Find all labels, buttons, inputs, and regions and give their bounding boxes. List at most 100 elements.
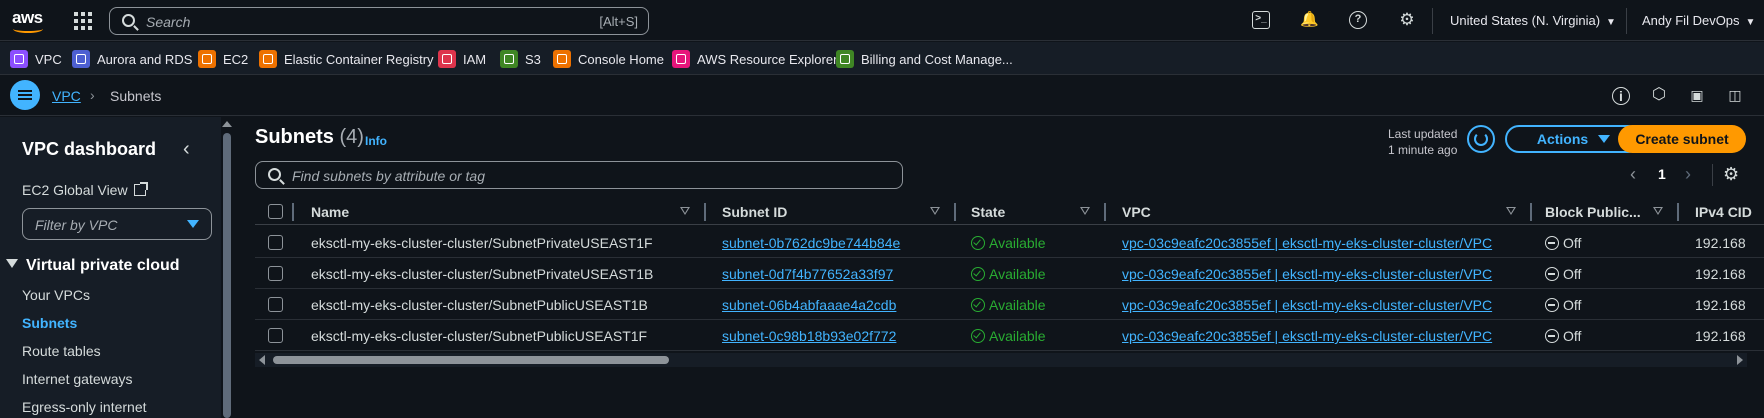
subnet-search-input[interactable]: Find subnets by attribute or tag <box>255 161 903 189</box>
favorite-resource-explorer[interactable]: AWS Resource Explorer <box>672 49 837 69</box>
services-grid-icon[interactable] <box>74 12 92 30</box>
row-checkbox[interactable] <box>268 297 283 312</box>
scroll-left-arrow-icon[interactable] <box>259 355 265 365</box>
table-row[interactable]: eksctl-my-eks-cluster-cluster/SubnetPriv… <box>255 258 1764 289</box>
vpc-link[interactable]: vpc-03c9eafc20c3855ef | eksctl-my-eks-cl… <box>1122 266 1492 282</box>
sidebar-item-egress-only-internet[interactable]: Egress-only internet <box>22 399 147 415</box>
favorite-s3[interactable]: S3 <box>500 49 541 69</box>
column-resizer[interactable] <box>1530 203 1532 221</box>
search-placeholder: Find subnets by attribute or tag <box>292 168 485 184</box>
row-checkbox[interactable] <box>268 328 283 343</box>
previous-page-icon[interactable]: ‹ <box>1630 164 1636 185</box>
sidebar-section-virtual-private-cloud[interactable]: Virtual private cloud <box>6 257 180 275</box>
row-checkbox[interactable] <box>268 235 283 250</box>
column-header-subnet-id[interactable]: Subnet ID <box>722 204 787 220</box>
sidebar-collapse-icon[interactable]: ‹ <box>183 138 190 161</box>
breadcrumb-separator-icon: › <box>90 87 95 103</box>
refresh-icon[interactable] <box>1467 125 1495 153</box>
next-page-icon[interactable]: › <box>1685 164 1691 185</box>
favorite-ec2[interactable]: EC2 <box>198 49 248 69</box>
hexagon-icon[interactable]: ⬡ <box>1650 87 1668 105</box>
favorite-billing[interactable]: Billing and Cost Manage... <box>836 49 1013 69</box>
current-page[interactable]: 1 <box>1658 166 1666 182</box>
sidebar-item-your-vpcs[interactable]: Your VPCs <box>22 287 90 303</box>
search-icon <box>122 14 135 27</box>
column-resizer[interactable] <box>292 203 294 221</box>
help-icon[interactable]: ? <box>1349 11 1367 29</box>
favorite-aurora-rds[interactable]: Aurora and RDS <box>72 49 192 69</box>
table-preferences-gear-icon[interactable]: ⚙ <box>1723 164 1739 185</box>
column-header-name[interactable]: Name <box>311 204 349 220</box>
column-header-vpc[interactable]: VPC <box>1122 204 1151 220</box>
aws-logo[interactable]: aws <box>10 8 46 34</box>
table-row[interactable]: eksctl-my-eks-cluster-cluster/SubnetPubl… <box>255 320 1764 351</box>
subnet-id-link[interactable]: subnet-0b762dc9be744b84e <box>722 235 900 251</box>
column-header-block-public[interactable]: Block Public... <box>1545 204 1641 220</box>
global-search-input[interactable]: Search [Alt+S] <box>109 7 649 35</box>
table-horizontal-scrollbar[interactable] <box>255 353 1747 367</box>
filter-by-vpc-select[interactable]: Filter by VPC <box>22 208 212 240</box>
block-public-cell: Off <box>1545 235 1581 251</box>
subnet-id-link[interactable]: subnet-0c98b18b93e02f772 <box>722 328 896 344</box>
favorite-label: VPC <box>35 51 62 67</box>
account-menu[interactable]: Andy Fil DevOps ▼ <box>1642 13 1755 28</box>
column-header-state[interactable]: State <box>971 204 1005 220</box>
sort-icon[interactable] <box>930 207 940 215</box>
region-label: United States (N. Virginia) <box>1450 13 1601 28</box>
table-row[interactable]: eksctl-my-eks-cluster-cluster/SubnetPriv… <box>255 227 1764 258</box>
info-panel-icon[interactable]: i <box>1612 87 1630 105</box>
horizontal-scrollbar-thumb[interactable] <box>273 356 669 364</box>
sidebar-item-subnets[interactable]: Subnets <box>22 315 77 331</box>
sort-icon[interactable] <box>1506 207 1516 215</box>
block-public-cell: Off <box>1545 297 1581 313</box>
available-check-icon <box>971 236 985 250</box>
vpc-link[interactable]: vpc-03c9eafc20c3855ef | eksctl-my-eks-cl… <box>1122 328 1492 344</box>
sidebar-item-ec2-global-view[interactable]: EC2 Global View <box>22 182 148 198</box>
block-public-label: Off <box>1563 297 1582 313</box>
sidebar-title[interactable]: VPC dashboard <box>22 139 156 160</box>
sidebar-scrollbar-thumb[interactable] <box>223 133 231 418</box>
caret-down-icon <box>187 220 199 228</box>
favorite-console-home[interactable]: Console Home <box>553 49 664 69</box>
vpc-link[interactable]: vpc-03c9eafc20c3855ef | eksctl-my-eks-cl… <box>1122 297 1492 313</box>
monitor-icon[interactable]: ◫ <box>1726 87 1744 105</box>
vpc-link[interactable]: vpc-03c9eafc20c3855ef | eksctl-my-eks-cl… <box>1122 235 1492 251</box>
block-public-cell: Off <box>1545 266 1581 282</box>
cloudshell-icon[interactable]: >_ <box>1252 11 1270 29</box>
iam-service-icon <box>438 50 456 68</box>
column-resizer[interactable] <box>1677 203 1679 221</box>
select-all-checkbox[interactable] <box>268 204 283 219</box>
scroll-right-arrow-icon[interactable] <box>1737 355 1743 365</box>
vpc-service-icon <box>10 50 28 68</box>
subnet-id-link[interactable]: subnet-06b4abfaaae4a2cdb <box>722 297 896 313</box>
column-header-ipv4-cidr[interactable]: IPv4 CID <box>1695 204 1752 220</box>
column-resizer[interactable] <box>704 203 706 221</box>
breadcrumb-vpc-link[interactable]: VPC <box>52 88 81 104</box>
favorite-iam[interactable]: IAM <box>438 49 486 69</box>
billing-service-icon <box>836 50 854 68</box>
info-link[interactable]: Info <box>365 134 387 148</box>
subnet-id-link[interactable]: subnet-0d7f4b77652a33f97 <box>722 266 893 282</box>
create-subnet-button[interactable]: Create subnet <box>1618 125 1746 153</box>
column-resizer[interactable] <box>954 203 956 221</box>
settings-gear-icon[interactable]: ⚙ <box>1398 11 1416 29</box>
row-checkbox[interactable] <box>268 266 283 281</box>
sidebar-item-route-tables[interactable]: Route tables <box>22 343 101 359</box>
favorite-label: Console Home <box>578 51 664 67</box>
favorite-ecr[interactable]: Elastic Container Registry <box>259 49 434 69</box>
region-selector[interactable]: United States (N. Virginia) ▼ <box>1450 13 1616 28</box>
side-menu-toggle-icon[interactable] <box>10 80 40 110</box>
feedback-icon[interactable]: ▣ <box>1688 87 1706 105</box>
scroll-up-arrow-icon[interactable] <box>222 121 232 127</box>
search-icon <box>268 168 281 181</box>
favorite-vpc[interactable]: VPC <box>10 49 62 69</box>
table-row[interactable]: eksctl-my-eks-cluster-cluster/SubnetPubl… <box>255 289 1764 320</box>
section-label: Virtual private cloud <box>26 257 180 274</box>
sidebar-item-internet-gateways[interactable]: Internet gateways <box>22 371 133 387</box>
sort-icon[interactable] <box>1653 207 1663 215</box>
notifications-bell-icon[interactable]: 🔔 <box>1300 11 1319 29</box>
block-public-label: Off <box>1563 235 1582 251</box>
column-resizer[interactable] <box>1104 203 1106 221</box>
sort-icon[interactable] <box>1080 207 1090 215</box>
sort-icon[interactable] <box>680 207 690 215</box>
